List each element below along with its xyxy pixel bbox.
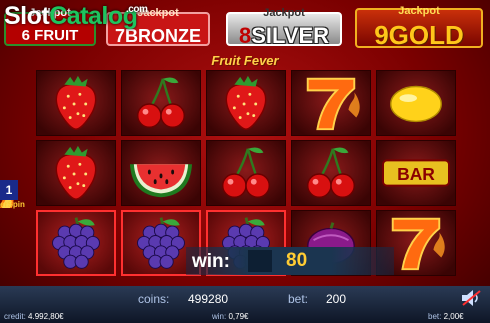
- cherry-symbol: [291, 140, 371, 206]
- jackpot-gold-title: Jackpot: [398, 5, 440, 17]
- credit-display: credit: 4.992,80€: [4, 312, 64, 321]
- jackpot-gold: Jackpot 9GOLD: [355, 5, 483, 51]
- freespin-label: erSpin: [0, 200, 25, 209]
- jackpot-gold-value: 9GOLD: [357, 20, 481, 51]
- jackpot-silver-value: 8SILVER: [228, 23, 340, 49]
- strawberry-symbol: [36, 70, 116, 136]
- jackpot-silver-number: 8: [238, 23, 252, 48]
- logo-slot: Slot: [4, 2, 50, 30]
- strawberry-symbol: [206, 70, 286, 136]
- slotcatalog-logo: SlotCatalog .com: [4, 2, 148, 31]
- win-money-label: win:: [212, 312, 227, 321]
- jackpot-gold-name: GOLD: [388, 20, 464, 50]
- win-value: 80: [286, 250, 308, 271]
- sound-icon[interactable]: [460, 289, 482, 307]
- svg-text:BAR: BAR: [397, 164, 435, 184]
- seven-symbol: [291, 70, 371, 136]
- lemon-symbol: [376, 70, 456, 136]
- credit-label: credit:: [4, 312, 26, 321]
- cherry-symbol: [206, 140, 286, 206]
- win-box: [248, 250, 272, 272]
- jackpot-silver-name: SILVER: [251, 23, 330, 48]
- bar-symbol: BAR: [376, 140, 456, 206]
- bet-label: bet:: [288, 292, 309, 306]
- game-title: Fruit Fever: [211, 53, 279, 68]
- win-money-display: win: 0,79€: [212, 312, 249, 321]
- bet-money-display: bet: 2,00€: [428, 312, 464, 321]
- bet-money-label: bet:: [428, 312, 442, 321]
- jackpot-gold-number: 9: [374, 20, 389, 50]
- bet-value[interactable]: 200: [326, 292, 346, 306]
- coins-value: 499280: [188, 292, 229, 306]
- jackpot-silver-title: Jackpot: [263, 7, 305, 19]
- win-money-value: 0,79€: [228, 312, 249, 321]
- logo-com: .com: [126, 4, 148, 15]
- win-label: win:: [192, 251, 230, 272]
- watermelon-symbol: [121, 140, 201, 206]
- logo-catalog: Catalog: [49, 2, 138, 30]
- grapes-symbol: [36, 210, 116, 276]
- cherry-symbol: [121, 70, 201, 136]
- credit-value: 4.992,80€: [28, 312, 64, 321]
- bet-money-value: 2,00€: [443, 312, 464, 321]
- strawberry-symbol: [36, 140, 116, 206]
- jackpot-silver: Jackpot 8SILVER: [226, 7, 342, 49]
- coins-label: coins:: [138, 292, 170, 306]
- freespin-counter: 1: [0, 180, 18, 200]
